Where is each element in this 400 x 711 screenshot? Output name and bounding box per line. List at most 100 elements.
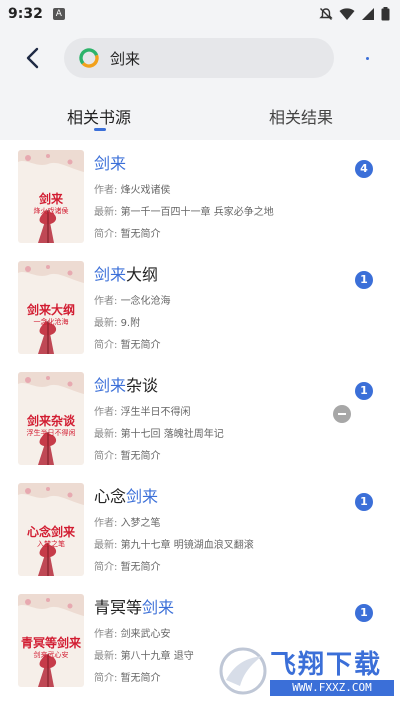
latest-value: 9.附 [120,318,141,329]
author-label: 作者: [94,518,118,529]
book-latest-line: 最新: 第十七回 落魄社周年记 [94,425,224,440]
latest-label: 最新: [94,207,118,218]
wifi-icon [339,8,355,20]
book-title[interactable]: 剑来 [94,150,126,174]
author-value: 入梦之笔 [120,518,161,529]
intro-value: 暂无简介 [120,562,161,573]
cover-title: 心念剑来 [26,525,75,539]
tab-indicator [94,128,106,131]
book-intro-line: 简介: 暂无简介 [94,336,161,351]
mute-icon [319,8,333,20]
title-highlight: 剑来 [126,487,159,506]
author-value: 烽火戏诸侯 [120,185,171,196]
source-count-badge[interactable]: 1 [355,493,373,511]
watermark-logo-icon [219,647,267,695]
search-query-text: 剑来 [110,49,141,68]
watermark: 飞翔下载 WWW.FXXZ.COM [218,642,394,700]
intro-label: 简介: [94,229,118,240]
author-label: 作者: [94,407,118,418]
back-arrow-icon [26,47,39,69]
search-header: 剑来 [0,28,400,88]
tab-related-sources[interactable]: 相关书源 [67,104,131,128]
book-cover: 剑来大纲 一念化沧海 [18,261,84,354]
intro-value: 暂无简介 [120,340,161,351]
latest-label: 最新: [94,318,118,329]
intro-label: 简介: [94,451,118,462]
book-author-line: 作者: 一念化沧海 [94,292,171,307]
latest-value: 第十七回 落魄社周年记 [120,429,224,440]
latest-label: 最新: [94,429,118,440]
intro-label: 简介: [94,340,118,351]
book-author-line: 作者: 入梦之笔 [94,514,161,529]
latest-label: 最新: [94,651,118,662]
book-latest-line: 最新: 9.附 [94,314,140,329]
notification-icon: A [52,8,65,20]
author-label: 作者: [94,296,118,307]
floating-scroll-button[interactable] [333,405,351,423]
author-value: 剑来武心安 [120,629,171,640]
status-time: 9:32 [8,6,43,22]
intro-value: 暂无简介 [120,451,161,462]
source-count-badge[interactable]: 1 [355,604,373,622]
battery-icon [381,7,390,21]
intro-value: 暂无简介 [120,229,161,240]
signal-icon [362,8,374,20]
book-title[interactable]: 剑来大纲 [94,261,158,285]
book-intro-line: 简介: 暂无简介 [94,447,161,462]
book-title[interactable]: 心念剑来 [94,483,158,507]
book-author-line: 作者: 剑来武心安 [94,625,171,640]
menu-dot-icon[interactable] [366,57,369,60]
book-latest-line: 最新: 第八十九章 退守 [94,647,194,662]
tab-bar: 相关书源 相关结果 [0,88,400,140]
back-button[interactable] [18,44,46,72]
book-cover: 心念剑来 入梦之笔 [18,483,84,576]
title-text: 心念 [94,487,127,506]
book-intro-line: 简介: 暂无简介 [94,225,161,240]
author-label: 作者: [94,185,118,196]
book-cover: 剑来杂谈 浮生半日不得闲 [18,372,84,465]
search-logo-icon [79,48,99,68]
cover-title: 剑来大纲 [26,303,75,317]
cover-author: 入梦之笔 [37,540,65,548]
status-icons [319,7,390,21]
book-author-line: 作者: 浮生半日不得闲 [94,403,191,418]
title-highlight: 剑来 [94,376,127,395]
book-title[interactable]: 剑来杂谈 [94,372,158,396]
book-intro-line: 简介: 暂无简介 [94,669,161,684]
book-author-line: 作者: 烽火戏诸侯 [94,181,171,196]
author-value: 浮生半日不得闲 [120,407,191,418]
latest-value: 第八十九章 退守 [120,651,194,662]
latest-value: 第九十七章 明镜湖血浪叉翻滚 [120,540,254,551]
tab-related-results[interactable]: 相关结果 [269,104,333,128]
title-highlight: 剑来 [94,154,127,173]
watermark-url: WWW.FXXZ.COM [270,680,394,696]
book-latest-line: 最新: 第九十七章 明镜湖血浪叉翻滚 [94,536,254,551]
status-bar: 9:32 A [0,0,400,28]
cover-author: 浮生半日不得闲 [26,429,76,437]
search-input[interactable]: 剑来 [64,38,334,78]
intro-label: 简介: [94,562,118,573]
cover-author: 一念化沧海 [33,318,69,326]
title-text: 杂谈 [126,376,159,395]
book-list-item[interactable]: 剑来 烽火戏诸侯 剑来 作者: 烽火戏诸侯 最新: 第一千一百四十一章 兵家必争之地 简介… [0,140,400,251]
latest-label: 最新: [94,540,118,551]
book-title[interactable]: 青冥等剑来 [94,594,174,618]
title-highlight: 剑来 [94,265,127,284]
title-text: 大纲 [126,265,159,284]
cover-author: 剑来武心安 [33,651,69,659]
book-cover: 剑来 烽火戏诸侯 [18,150,84,243]
title-highlight: 剑来 [142,598,175,617]
cover-author: 烽火戏诸侯 [33,207,69,215]
author-value: 一念化沧海 [120,296,171,307]
book-list-item[interactable]: 心念剑来 入梦之笔 心念剑来 作者: 入梦之笔 最新: 第九十七章 明镜湖血浪叉翻滚 简介… [0,473,400,584]
cover-title: 青冥等剑来 [20,636,81,650]
cover-title: 剑来杂谈 [26,414,75,428]
source-count-badge[interactable]: 1 [355,382,373,400]
author-label: 作者: [94,629,118,640]
source-count-badge[interactable]: 1 [355,271,373,289]
book-list-item[interactable]: 剑来大纲 一念化沧海 剑来大纲 作者: 一念化沧海 最新: 9.附 简介: 暂无简介 1 [0,251,400,362]
source-count-badge[interactable]: 4 [355,160,373,178]
book-latest-line: 最新: 第一千一百四十一章 兵家必争之地 [94,203,274,218]
watermark-title: 飞翔下载 [270,650,383,680]
cover-title: 剑来 [38,192,63,206]
